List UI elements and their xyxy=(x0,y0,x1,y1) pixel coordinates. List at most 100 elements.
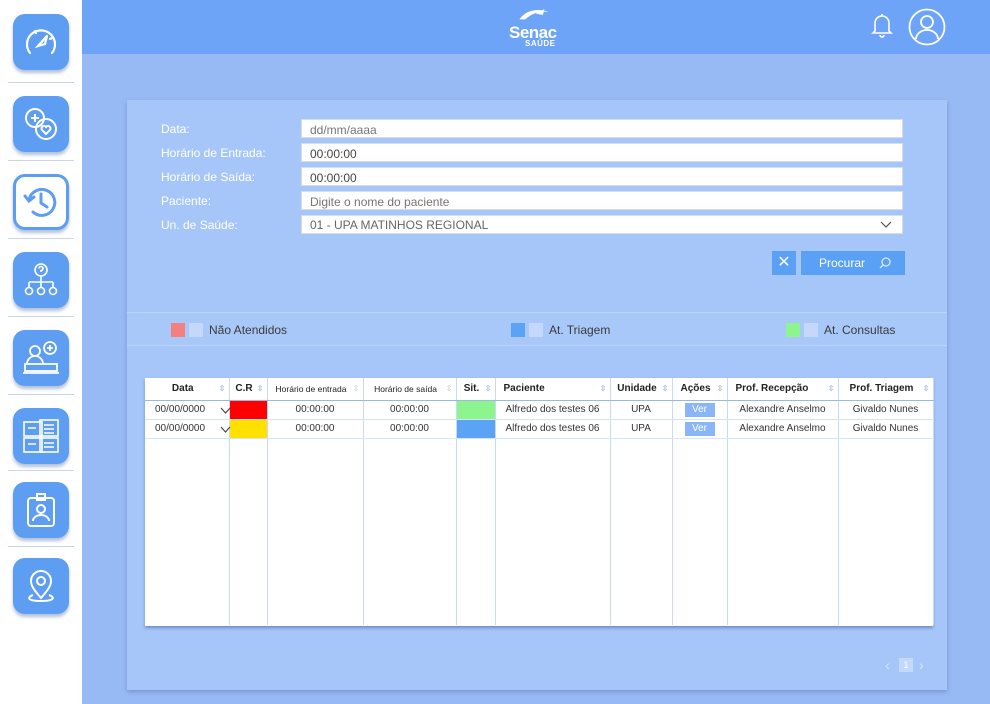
cell-recepcao: Alexandre Anselmo xyxy=(727,400,839,420)
cell-triagem: Givaldo Nunes xyxy=(838,400,934,420)
sort-icon: ⇳ xyxy=(218,384,226,393)
cell-cr-color xyxy=(229,419,268,439)
cell-sit-color xyxy=(456,419,496,439)
cell-unidade: UPA xyxy=(610,400,673,420)
badge-icon xyxy=(27,493,55,527)
question-hierarchy-icon xyxy=(24,263,58,296)
sort-icon: ⇳ xyxy=(484,384,492,393)
logo-sub: SAÚDE xyxy=(525,39,556,48)
cell-cr-color xyxy=(229,400,268,420)
exit-time-row: Horário de Saída: xyxy=(161,167,903,187)
sidebar-divider xyxy=(8,82,74,83)
chevron-down-icon xyxy=(880,221,892,228)
pagination: ‹ 1 › xyxy=(883,657,927,673)
health-unit-row: Un. de Saúde: 01 - UPA MATINHOS REGIONAL xyxy=(161,215,903,235)
table-row[interactable]: 00/00/0000 00:00:00 00:00:00 Alfredo dos… xyxy=(145,419,934,439)
speedometer-icon xyxy=(25,29,57,55)
col-header-unidade[interactable]: Unidade ⇳ xyxy=(610,378,673,401)
cell-entrada: 00:00:00 xyxy=(267,400,364,420)
cell-unidade: UPA xyxy=(610,419,673,439)
search-panel: Data: Horário de Entrada: Horário de Saí… xyxy=(127,100,947,690)
health-unit-label: Un. de Saúde: xyxy=(161,218,238,232)
clear-button[interactable]: ✕ xyxy=(772,251,796,275)
history-icon xyxy=(23,187,57,217)
cell-data[interactable]: 00/00/0000 xyxy=(145,400,231,420)
attendance-table: Data ⇳ C.R ⇳ Horário de entrada ⇳ Horário d… xyxy=(145,378,934,626)
entry-time-label: Horário de Entrada: xyxy=(161,146,266,160)
cell-paciente: Alfredo dos testes 06 xyxy=(495,419,611,439)
sort-icon: ⇳ xyxy=(661,384,669,393)
reception-button[interactable] xyxy=(13,330,69,386)
legend-label: Não Atendidos xyxy=(209,323,288,337)
legend-swatch xyxy=(171,323,185,337)
legend-swatch-secondary xyxy=(189,323,203,337)
logo-swoosh-icon xyxy=(519,9,549,20)
health-chat-icon xyxy=(25,108,57,140)
cell-triagem: Givaldo Nunes xyxy=(838,419,934,439)
hierarchy-button[interactable] xyxy=(13,252,69,308)
badge-button[interactable] xyxy=(13,482,69,538)
legend-swatch-secondary xyxy=(804,323,818,337)
date-row: Data: xyxy=(161,119,903,139)
sort-icon: ⇳ xyxy=(716,384,724,393)
search-icon xyxy=(879,257,891,269)
status-legend: Não Atendidos At. Triagem At. Consultas xyxy=(127,312,947,346)
legend-label: At. Consultas xyxy=(824,323,896,337)
search-button-label: Procurar xyxy=(819,256,866,270)
legend-swatch xyxy=(511,323,525,337)
col-header-triagem[interactable]: Prof. Triagem ⇳ xyxy=(838,378,934,401)
patient-label: Paciente: xyxy=(161,194,212,208)
sidebar-divider xyxy=(8,160,74,161)
cell-saida: 00:00:00 xyxy=(363,400,457,420)
legend-label: At. Triagem xyxy=(549,323,611,337)
health-unit-value: 01 - UPA MATINHOS REGIONAL xyxy=(310,218,489,232)
col-header-entrada[interactable]: Horário de entrada ⇳ xyxy=(267,378,364,401)
entry-time-field[interactable] xyxy=(301,143,903,162)
cell-sit-color xyxy=(456,400,496,420)
patient-row: Paciente: xyxy=(161,191,903,211)
boards-button[interactable] xyxy=(13,408,69,464)
sort-icon: ⇳ xyxy=(445,384,453,393)
exit-time-field[interactable] xyxy=(301,167,903,186)
col-header-acoes[interactable]: Ações ⇳ xyxy=(672,378,728,401)
dashboard-button[interactable] xyxy=(13,14,69,70)
cell-data[interactable]: 00/00/0000 xyxy=(145,419,231,439)
senac-logo[interactable]: Senac SAÚDE xyxy=(507,6,567,48)
cell-saida: 00:00:00 xyxy=(363,419,457,439)
history-button[interactable] xyxy=(13,174,69,230)
boards-icon xyxy=(23,419,59,453)
date-field[interactable] xyxy=(301,119,903,138)
next-page-button[interactable]: › xyxy=(919,657,924,673)
col-header-recepcao[interactable]: Prof. Recepção ⇳ xyxy=(727,378,839,401)
col-header-sit[interactable]: Sit. ⇳ xyxy=(456,378,496,401)
sidebar xyxy=(0,0,82,704)
table-header-row: Data ⇳ C.R ⇳ Horário de entrada ⇳ Horário d… xyxy=(145,378,934,401)
patient-field[interactable] xyxy=(301,191,903,210)
col-header-saida[interactable]: Horário de saída ⇳ xyxy=(363,378,457,401)
top-header: Senac SAÚDE xyxy=(82,0,990,54)
ver-button[interactable]: Ver xyxy=(684,402,715,417)
chevron-down-icon xyxy=(220,426,231,433)
col-header-cr[interactable]: C.R ⇳ xyxy=(229,378,268,401)
table-row[interactable]: 00/00/0000 00:00:00 00:00:00 Alfredo dos… xyxy=(145,400,934,420)
sidebar-divider xyxy=(8,316,74,317)
cell-paciente: Alfredo dos testes 06 xyxy=(495,400,611,420)
sort-icon: ⇳ xyxy=(352,384,360,393)
user-avatar-icon[interactable] xyxy=(908,8,946,46)
ver-button[interactable]: Ver xyxy=(684,421,715,436)
health-chat-button[interactable] xyxy=(13,96,69,152)
col-header-data[interactable]: Data ⇳ xyxy=(145,378,230,401)
location-button[interactable] xyxy=(13,558,69,614)
current-page[interactable]: 1 xyxy=(899,658,913,672)
date-label: Data: xyxy=(161,122,190,136)
search-button[interactable]: Procurar xyxy=(801,251,905,275)
col-header-paciente[interactable]: Paciente ⇳ xyxy=(495,378,611,401)
reception-desk-icon xyxy=(23,341,59,374)
sidebar-divider xyxy=(8,470,74,471)
bell-icon[interactable] xyxy=(870,12,894,38)
location-pin-icon xyxy=(28,570,54,603)
sort-icon: ⇳ xyxy=(827,384,835,393)
legend-swatch xyxy=(786,323,800,337)
prev-page-button[interactable]: ‹ xyxy=(885,657,890,673)
health-unit-select[interactable]: 01 - UPA MATINHOS REGIONAL xyxy=(301,215,903,234)
